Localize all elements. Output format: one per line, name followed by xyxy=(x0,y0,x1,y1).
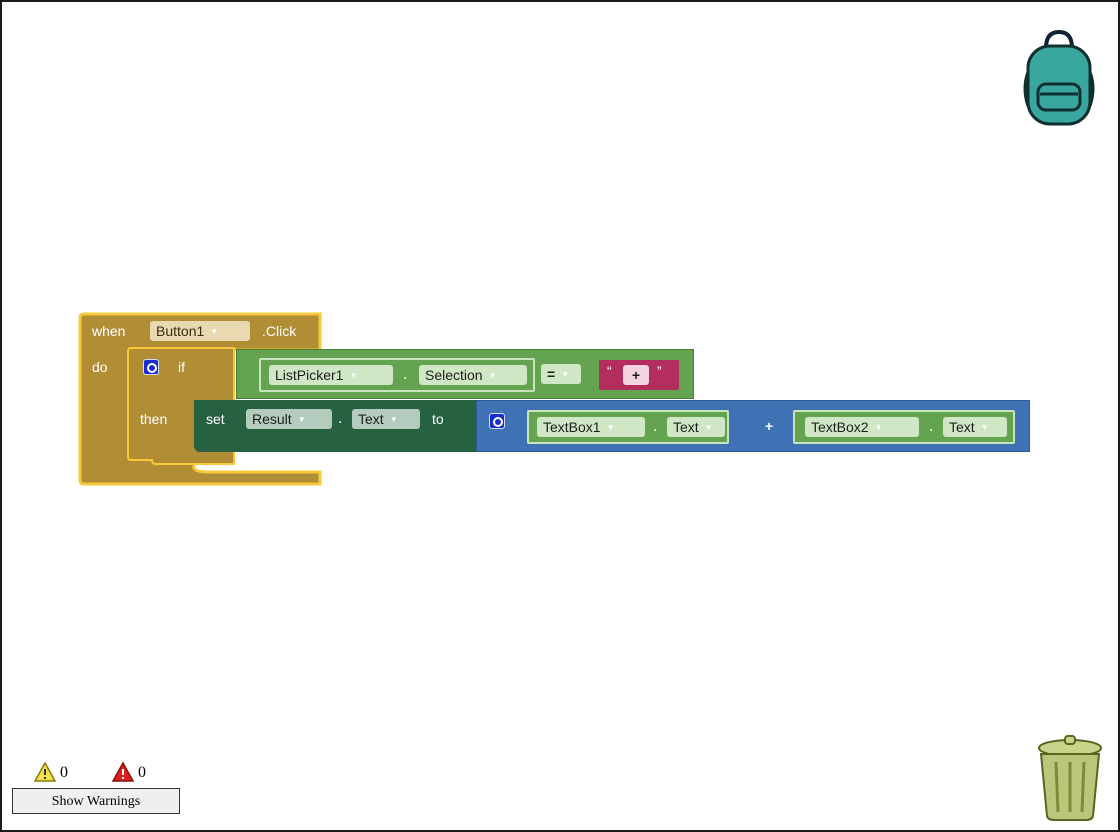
component-name: Result xyxy=(252,411,292,427)
close-quote: ” xyxy=(657,363,662,379)
backpack-icon[interactable] xyxy=(1020,28,1098,128)
textbox2-text-getter[interactable]: TextBox2 ▼ . Text ▼ xyxy=(793,410,1015,444)
dropdown-arrow-icon: ▼ xyxy=(874,423,883,433)
dropdown-arrow-icon: ▼ xyxy=(606,423,615,433)
listpicker-selection-getter[interactable]: ListPicker1 ▼ . Selection ▼ xyxy=(259,358,535,392)
dropdown-arrow-icon: ▼ xyxy=(210,327,219,337)
dropdown-arrow-icon: ▼ xyxy=(561,370,570,380)
component-dropdown-button1[interactable]: Button1 ▼ xyxy=(150,321,250,341)
dot-separator: . xyxy=(653,418,658,435)
component-name: ListPicker1 xyxy=(275,367,344,383)
component-name: TextBox2 xyxy=(811,419,869,435)
do-label: do xyxy=(92,359,108,375)
trash-can-icon[interactable] xyxy=(1034,734,1106,822)
string-field[interactable]: + xyxy=(623,365,649,385)
property-dropdown-text[interactable]: Text ▼ xyxy=(352,409,420,429)
plus-operator: + xyxy=(765,418,774,434)
property-name: Selection xyxy=(425,367,483,383)
set-result-text-block[interactable]: set Result ▼ . Text ▼ to xyxy=(194,400,476,452)
math-addition-block[interactable]: TextBox1 ▼ . Text ▼ + TextBox2 ▼ . Text ▼ xyxy=(476,400,1030,452)
blocks-workspace[interactable]: when Button1 ▼ .Click do if then ListPick… xyxy=(0,0,1120,832)
dropdown-arrow-icon: ▼ xyxy=(349,371,358,381)
open-quote: “ xyxy=(607,363,612,379)
set-label: set xyxy=(206,411,225,427)
component-dropdown-textbox2[interactable]: TextBox2 ▼ xyxy=(805,417,919,437)
property-dropdown-text[interactable]: Text ▼ xyxy=(943,417,1007,437)
dot-separator: . xyxy=(403,366,408,383)
show-warnings-button[interactable]: Show Warnings xyxy=(12,788,180,814)
event-name-label: .Click xyxy=(262,323,297,339)
then-label: then xyxy=(140,411,168,427)
component-name: Button1 xyxy=(156,323,205,339)
text-string-block[interactable]: “ + ” xyxy=(599,360,679,390)
component-dropdown-textbox1[interactable]: TextBox1 ▼ xyxy=(537,417,645,437)
when-label: when xyxy=(92,323,126,339)
property-dropdown-text[interactable]: Text ▼ xyxy=(667,417,725,437)
warning-triangle-icon xyxy=(34,762,56,782)
compare-operator-dropdown[interactable]: = ▼ xyxy=(541,364,581,384)
operator-symbol: = xyxy=(547,366,556,382)
component-dropdown-result[interactable]: Result ▼ xyxy=(246,409,332,429)
component-name: TextBox1 xyxy=(543,419,601,435)
compare-block[interactable]: ListPicker1 ▼ . Selection ▼ = ▼ “ + ” xyxy=(236,349,694,399)
property-dropdown-selection[interactable]: Selection ▼ xyxy=(419,365,527,385)
dropdown-arrow-icon: ▼ xyxy=(297,415,306,425)
warning-count: 0 xyxy=(60,764,68,781)
textbox1-text-getter[interactable]: TextBox1 ▼ . Text ▼ xyxy=(527,410,729,444)
dropdown-arrow-icon: ▼ xyxy=(704,423,713,433)
to-label: to xyxy=(432,411,444,427)
gear-icon[interactable] xyxy=(489,413,505,429)
dot-separator: . xyxy=(929,418,934,435)
dropdown-arrow-icon: ▼ xyxy=(980,423,989,433)
property-name: Text xyxy=(949,419,975,435)
dropdown-arrow-icon: ▼ xyxy=(488,371,497,381)
component-dropdown-listpicker1[interactable]: ListPicker1 ▼ xyxy=(269,365,393,385)
gear-icon[interactable] xyxy=(143,359,159,375)
dropdown-arrow-icon: ▼ xyxy=(389,415,398,425)
error-count: 0 xyxy=(138,764,146,781)
property-name: Text xyxy=(673,419,699,435)
property-name: Text xyxy=(358,411,384,427)
error-triangle-icon xyxy=(112,762,134,782)
if-label: if xyxy=(178,359,185,375)
dot-separator: . xyxy=(338,410,343,427)
